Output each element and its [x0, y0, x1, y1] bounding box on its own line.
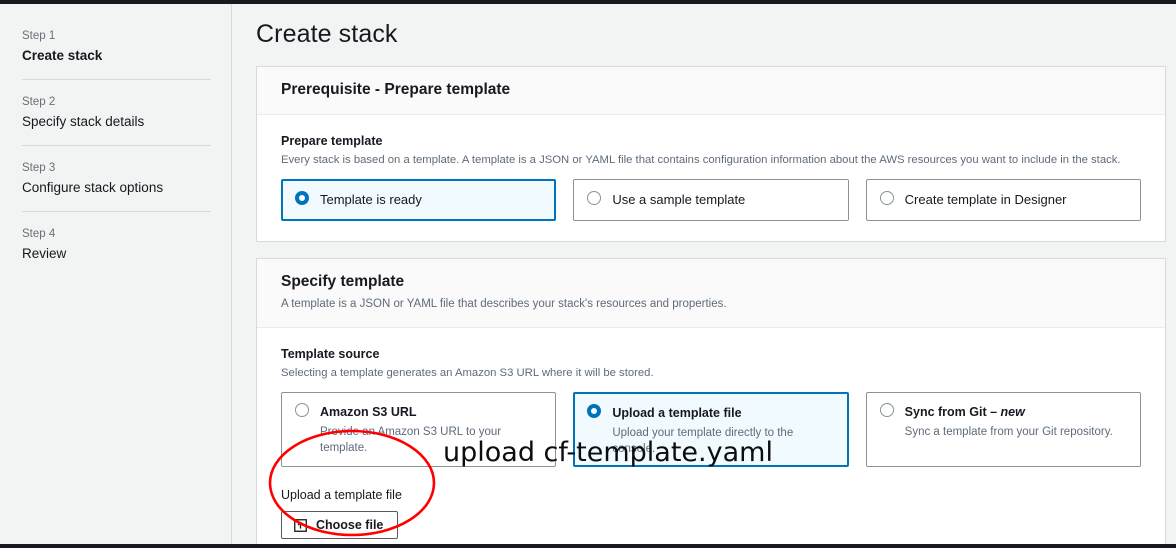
radio-icon-template-is-ready[interactable] — [295, 191, 309, 205]
option-label: Create template in Designer — [904, 192, 1067, 207]
option-template-is-ready[interactable]: Template is ready — [281, 179, 557, 221]
specify-template-card-description: A template is a JSON or YAML file that d… — [281, 297, 727, 310]
option-create-template-in-designer[interactable]: Create template in Designer — [865, 179, 1141, 221]
choose-file-button[interactable]: Choose file — [281, 511, 399, 540]
specify-template-card-header: Specify template A template is a JSON or… — [257, 258, 1165, 328]
prepare-template-label: Prepare template — [281, 134, 383, 148]
sidebar-step-3[interactable]: Step 3 Configure stack options — [22, 145, 211, 211]
step-number: Step 4 — [22, 228, 56, 240]
upload-template-file-label: Upload a template file — [281, 488, 402, 503]
page-title: Create stack — [256, 20, 398, 48]
option-sync-from-git[interactable]: Sync from Git – new Sync a template from… — [865, 391, 1141, 468]
sidebar-step-1[interactable]: Step 1 Create stack — [22, 18, 211, 79]
prepare-template-description: Every stack is based on a template. A te… — [281, 154, 1121, 166]
step-label: Create stack — [22, 48, 103, 63]
step-number: Step 1 — [22, 30, 56, 42]
option-use-a-sample-template[interactable]: Use a sample template — [573, 179, 849, 221]
option-title: Upload a template file — [612, 405, 742, 420]
template-source-label: Template source — [281, 346, 380, 361]
option-title: Amazon S3 URL — [320, 404, 417, 419]
create-stack-page: Step 1 Create stack Step 2 Specify stack… — [0, 0, 1176, 548]
prerequisite-card-body: Prepare template Every stack is based on… — [257, 115, 1165, 241]
prerequisite-card-title: Prerequisite - Prepare template — [281, 81, 511, 98]
specify-template-card: Specify template A template is a JSON or… — [256, 257, 1166, 544]
option-description: Sync a template from your Git repository… — [904, 426, 1113, 439]
step-number: Step 3 — [22, 162, 56, 174]
step-label: Specify stack details — [22, 114, 145, 129]
option-title: Sync from Git – new — [905, 405, 1025, 419]
upload-template-file-block: Upload a template file Choose file — [281, 487, 1141, 544]
step-label: Configure stack options — [22, 180, 164, 195]
radio-icon-upload-a-template-file[interactable] — [587, 403, 602, 418]
specify-template-card-title: Specify template — [281, 272, 405, 290]
annotation-note: upload cf-template.yaml — [443, 437, 773, 468]
radio-icon-create-template-in-designer[interactable] — [879, 191, 894, 205]
choose-file-button-label: Choose file — [316, 518, 384, 533]
option-label: Use a sample template — [612, 192, 746, 207]
radio-icon-use-a-sample-template[interactable] — [587, 191, 602, 205]
new-badge: new — [1000, 404, 1025, 419]
radio-icon-amazon-s3-url[interactable] — [295, 402, 309, 417]
prepare-template-options: Template is ready Use a sample template … — [281, 179, 1141, 221]
upload-icon — [294, 518, 307, 532]
radio-icon-sync-from-git[interactable] — [879, 402, 894, 417]
template-source-description: Selecting a template generates an Amazon… — [281, 366, 654, 379]
option-title-text: Sync from Git – — [904, 404, 1001, 419]
step-number: Step 2 — [22, 96, 56, 108]
step-label: Review — [22, 246, 67, 261]
sidebar-step-2[interactable]: Step 2 Specify stack details — [22, 79, 211, 145]
sidebar-step-4[interactable]: Step 4 Review — [22, 211, 211, 277]
option-label: Template is ready — [320, 192, 422, 207]
prerequisite-card-header: Prerequisite - Prepare template — [257, 67, 1165, 115]
prerequisite-card: Prerequisite - Prepare template Prepare … — [256, 66, 1166, 242]
wizard-sidebar: Step 1 Create stack Step 2 Specify stack… — [0, 4, 232, 544]
